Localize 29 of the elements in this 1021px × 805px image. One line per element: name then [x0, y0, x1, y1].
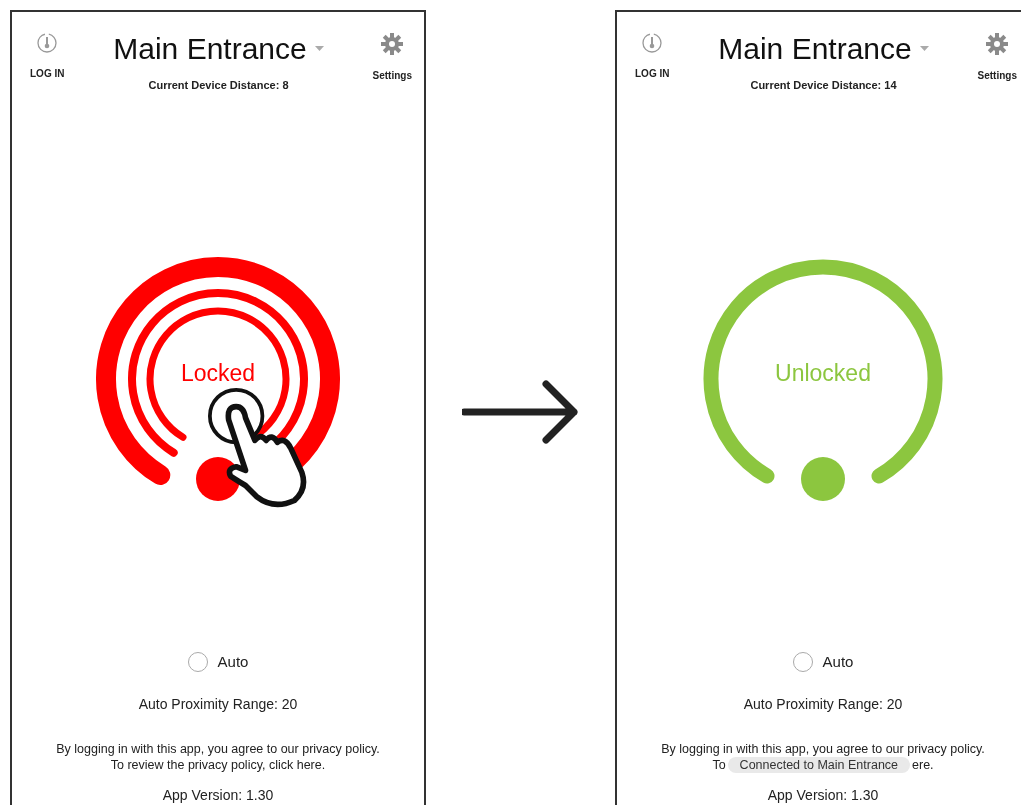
privacy-text: To review the privacy policy, click here. [109, 756, 327, 773]
dropdown-caret-icon[interactable] [314, 45, 324, 52]
privacy-text: By logging in with this app, you agree to our privacy policy. [661, 740, 985, 757]
location-title[interactable]: Main Entrance [718, 32, 912, 65]
login-icon[interactable] [641, 32, 664, 54]
lock-status: Unlocked [774, 358, 872, 388]
settings-icon[interactable] [985, 32, 1010, 56]
privacy-text: ere. [912, 756, 934, 773]
proximity-range-text: Auto Proximity Range: 20 [138, 694, 298, 714]
privacy-text: To [712, 756, 726, 773]
login-label[interactable]: LOG IN [635, 66, 670, 81]
connection-toast: Connected to Main Entrance [727, 756, 911, 773]
auto-label[interactable]: Auto [217, 651, 249, 674]
login-icon[interactable] [36, 32, 59, 54]
lock-status: Locked [179, 358, 257, 388]
privacy-text: By logging in with this app, you agree to our privacy policy. [56, 740, 380, 757]
distance-text: Current Device Distance: 14 [750, 78, 897, 93]
dropdown-caret-icon[interactable] [919, 45, 929, 52]
login-label[interactable]: LOG IN [30, 66, 65, 81]
settings-icon[interactable] [380, 32, 405, 56]
settings-label[interactable]: Settings [977, 68, 1017, 83]
distance-text: Current Device Distance: 8 [148, 78, 289, 93]
version-text: App Version: 1.30 [162, 786, 274, 805]
proximity-range-text: Auto Proximity Range: 20 [743, 694, 903, 714]
auto-label[interactable]: Auto [822, 651, 854, 674]
right-arrow-icon [461, 380, 580, 444]
settings-label[interactable]: Settings [372, 68, 412, 83]
location-title[interactable]: Main Entrance [113, 32, 307, 65]
version-text: App Version: 1.30 [767, 786, 879, 805]
